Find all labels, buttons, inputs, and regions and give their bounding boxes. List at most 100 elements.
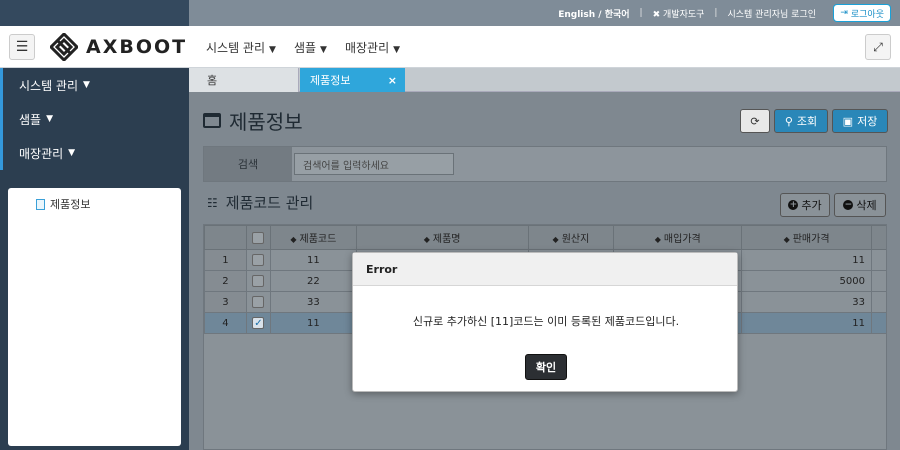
tab-label: 제품정보 xyxy=(310,74,351,87)
sidebar-tree: 제품정보 xyxy=(8,188,181,446)
chevron-down-icon: ▼ xyxy=(393,44,401,55)
search-input[interactable]: 검색어를 입력하세요 xyxy=(294,153,454,175)
search-button-label: 조회 xyxy=(796,115,818,128)
cell-sell-price[interactable]: 33 xyxy=(741,291,872,313)
page-title-text: 제품정보 xyxy=(229,110,303,134)
row-checkbox-checked[interactable]: ✓ xyxy=(252,317,265,329)
hamburger-icon: ☰ xyxy=(15,39,29,55)
dev-tools-label: 개발자도구 xyxy=(663,9,705,20)
row-select-cell[interactable] xyxy=(245,270,271,292)
row-number: 1 xyxy=(204,249,247,271)
sidebar-item-store-admin[interactable]: 매장관리 ▼ xyxy=(0,136,189,170)
cell-sell-price[interactable]: 11 xyxy=(741,249,872,271)
logout-button[interactable]: ⇥ 로그아웃 xyxy=(833,4,891,22)
topbar-left-block xyxy=(0,0,189,26)
add-button[interactable]: + 추가 xyxy=(780,193,830,217)
tree-node-label: 제품정보 xyxy=(50,198,91,211)
select-all-header[interactable] xyxy=(245,225,271,250)
grid-header-row: ◆ 제품코드 ◆ 제품명 ◆ 원산지 ◆ 매입가격 ◆ 판매가격 xyxy=(204,225,886,250)
tab-bar: 홈 제품정보 × xyxy=(189,68,900,92)
row-number: 2 xyxy=(204,270,247,292)
close-icon[interactable]: × xyxy=(388,74,397,87)
tools-icon: ✖ xyxy=(652,9,661,20)
sidebar: 시스템 관리 ▼ 샘플 ▼ 매장관리 ▼ 제품정보 xyxy=(0,68,189,450)
dev-tools-link[interactable]: ✖ 개발자도구 xyxy=(653,7,705,20)
refresh-icon: ⟳ xyxy=(750,114,760,128)
save-button[interactable]: ▣ 저장 xyxy=(832,109,888,133)
cell-code[interactable]: 11 xyxy=(269,249,357,271)
delete-button-label: 삭제 xyxy=(856,199,877,212)
refresh-button[interactable]: ⟳ xyxy=(740,109,770,133)
user-login-status: 시스템 관리자님 로그인 xyxy=(727,9,816,20)
window-icon xyxy=(203,113,221,128)
top-utility-bar: English / 한국어 | ✖ 개발자도구 | 시스템 관리자님 로그인 ⇥… xyxy=(0,0,900,26)
column-header-sell-price[interactable]: ◆ 판매가격 xyxy=(741,225,872,250)
cell-code[interactable]: 33 xyxy=(269,291,357,313)
chevron-down-icon: ▼ xyxy=(269,44,276,55)
sidebar-item-label: 시스템 관리 xyxy=(19,78,79,93)
nav-system-admin[interactable]: 시스템 관리 ▼ xyxy=(206,39,276,56)
search-form: 검색 검색어를 입력하세요 xyxy=(203,146,887,182)
cell-code[interactable]: 22 xyxy=(269,270,357,292)
dialog-message: 신규로 추가하신 [11]코드는 이미 등록된 제품코드입니다. xyxy=(412,315,680,328)
column-header-buy-price[interactable]: ◆ 매입가격 xyxy=(613,225,743,250)
row-number: 4 xyxy=(204,312,247,334)
row-select-cell[interactable] xyxy=(245,291,271,313)
sort-icon: ◆ xyxy=(654,235,661,244)
logo-text: AXBOOT xyxy=(86,36,188,58)
logout-icon: ⇥ xyxy=(840,8,848,18)
sidebar-item-system-admin[interactable]: 시스템 관리 ▼ xyxy=(0,68,189,102)
fullscreen-button[interactable]: ⤢ xyxy=(865,34,891,60)
top-navigation: 시스템 관리 ▼ 샘플 ▼ 매장관리 ▼ xyxy=(206,26,400,68)
minus-circle-icon: − xyxy=(843,199,854,210)
delete-button[interactable]: − 삭제 xyxy=(834,193,886,217)
row-select-cell[interactable]: ✓ xyxy=(245,312,271,334)
add-button-label: 추가 xyxy=(801,199,822,212)
section-title: ☷ 제품코드 관리 xyxy=(207,192,313,213)
chevron-down-icon: ▼ xyxy=(68,148,76,158)
section-title-text: 제품코드 관리 xyxy=(225,194,314,212)
sidebar-item-label: 매장관리 xyxy=(19,146,64,161)
app-header: ☰ AXBOOT 시스템 관리 ▼ 샘플 ▼ 매장관리 ▼ ⤢ xyxy=(0,26,900,68)
cell-code[interactable]: 11 xyxy=(269,312,357,334)
column-header-code[interactable]: ◆ 제품코드 xyxy=(269,225,357,250)
nav-label: 샘플 xyxy=(293,40,317,55)
column-label: 제품코드 xyxy=(299,234,337,245)
cell-sell-price[interactable]: 11 xyxy=(741,312,872,334)
sidebar-item-sample[interactable]: 샘플 ▼ xyxy=(0,102,189,136)
row-checkbox[interactable] xyxy=(252,254,265,266)
divider: | xyxy=(714,8,718,18)
expand-icon: ⤢ xyxy=(873,39,883,54)
search-button[interactable]: ⚲ 조회 xyxy=(774,109,828,133)
column-header-name[interactable]: ◆ 제품명 xyxy=(355,225,529,250)
document-icon xyxy=(36,198,45,210)
nav-store-admin[interactable]: 매장관리 ▼ xyxy=(345,39,400,56)
save-icon: ▣ xyxy=(842,114,854,128)
row-number: 3 xyxy=(204,291,247,313)
confirm-button[interactable]: 확인 xyxy=(525,354,567,380)
scroll-cell xyxy=(870,249,886,271)
column-header-origin[interactable]: ◆ 원산지 xyxy=(527,225,615,250)
search-label: 검색 xyxy=(204,147,292,181)
page-title: 제품정보 xyxy=(203,106,303,135)
row-number-header xyxy=(204,225,247,250)
column-label: 제품명 xyxy=(432,234,461,245)
row-checkbox[interactable] xyxy=(252,296,265,308)
menu-toggle-button[interactable]: ☰ xyxy=(9,34,35,60)
tab-label: 홈 xyxy=(207,74,218,87)
tree-node-product-info[interactable]: 제품정보 xyxy=(36,196,181,212)
tab-product-info[interactable]: 제품정보 × xyxy=(300,68,405,92)
cell-sell-price[interactable]: 5000 xyxy=(741,270,872,292)
scroll-cell xyxy=(870,291,886,313)
nav-sample[interactable]: 샘플 ▼ xyxy=(294,39,327,56)
utility-links: English / 한국어 | ✖ 개발자도구 | 시스템 관리자님 로그인 xyxy=(558,0,816,26)
app-logo[interactable]: AXBOOT xyxy=(50,33,187,61)
scroll-cell xyxy=(870,312,886,334)
row-checkbox[interactable] xyxy=(252,275,265,287)
row-select-cell[interactable] xyxy=(245,249,271,271)
sidebar-item-label: 샘플 xyxy=(19,112,42,127)
language-switch-link[interactable]: English / 한국어 xyxy=(558,7,629,20)
nav-label: 시스템 관리 xyxy=(206,40,266,55)
select-all-checkbox[interactable] xyxy=(252,231,265,244)
tab-home[interactable]: 홈 xyxy=(189,68,299,92)
